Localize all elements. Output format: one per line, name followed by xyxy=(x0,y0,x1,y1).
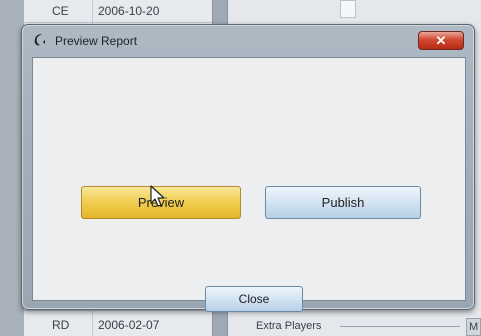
extra-players-label: Extra Players xyxy=(256,320,322,332)
table-cell-code: CE xyxy=(52,4,69,18)
background-row-line xyxy=(24,22,214,23)
dialog-title: Preview Report xyxy=(55,34,138,48)
pointer-cursor-icon xyxy=(150,185,166,209)
close-window-button[interactable]: ✕ xyxy=(418,31,464,50)
preview-report-dialog: Preview Report ✕ Preview Publish Close xyxy=(21,24,475,312)
app-icon xyxy=(31,32,47,48)
publish-button[interactable]: Publish xyxy=(265,186,421,219)
close-button[interactable]: Close xyxy=(205,286,303,312)
table-cell-date: 2006-02-07 xyxy=(98,318,160,332)
background-checkbox[interactable] xyxy=(340,0,356,18)
dialog-client-area: Preview Publish Close xyxy=(32,57,466,312)
table-cell-code: RD xyxy=(52,318,70,332)
background-row-line xyxy=(24,310,214,311)
table-cell-date: 2006-10-20 xyxy=(98,4,160,18)
group-box-line xyxy=(340,326,460,327)
corner-button[interactable]: M xyxy=(466,318,481,336)
